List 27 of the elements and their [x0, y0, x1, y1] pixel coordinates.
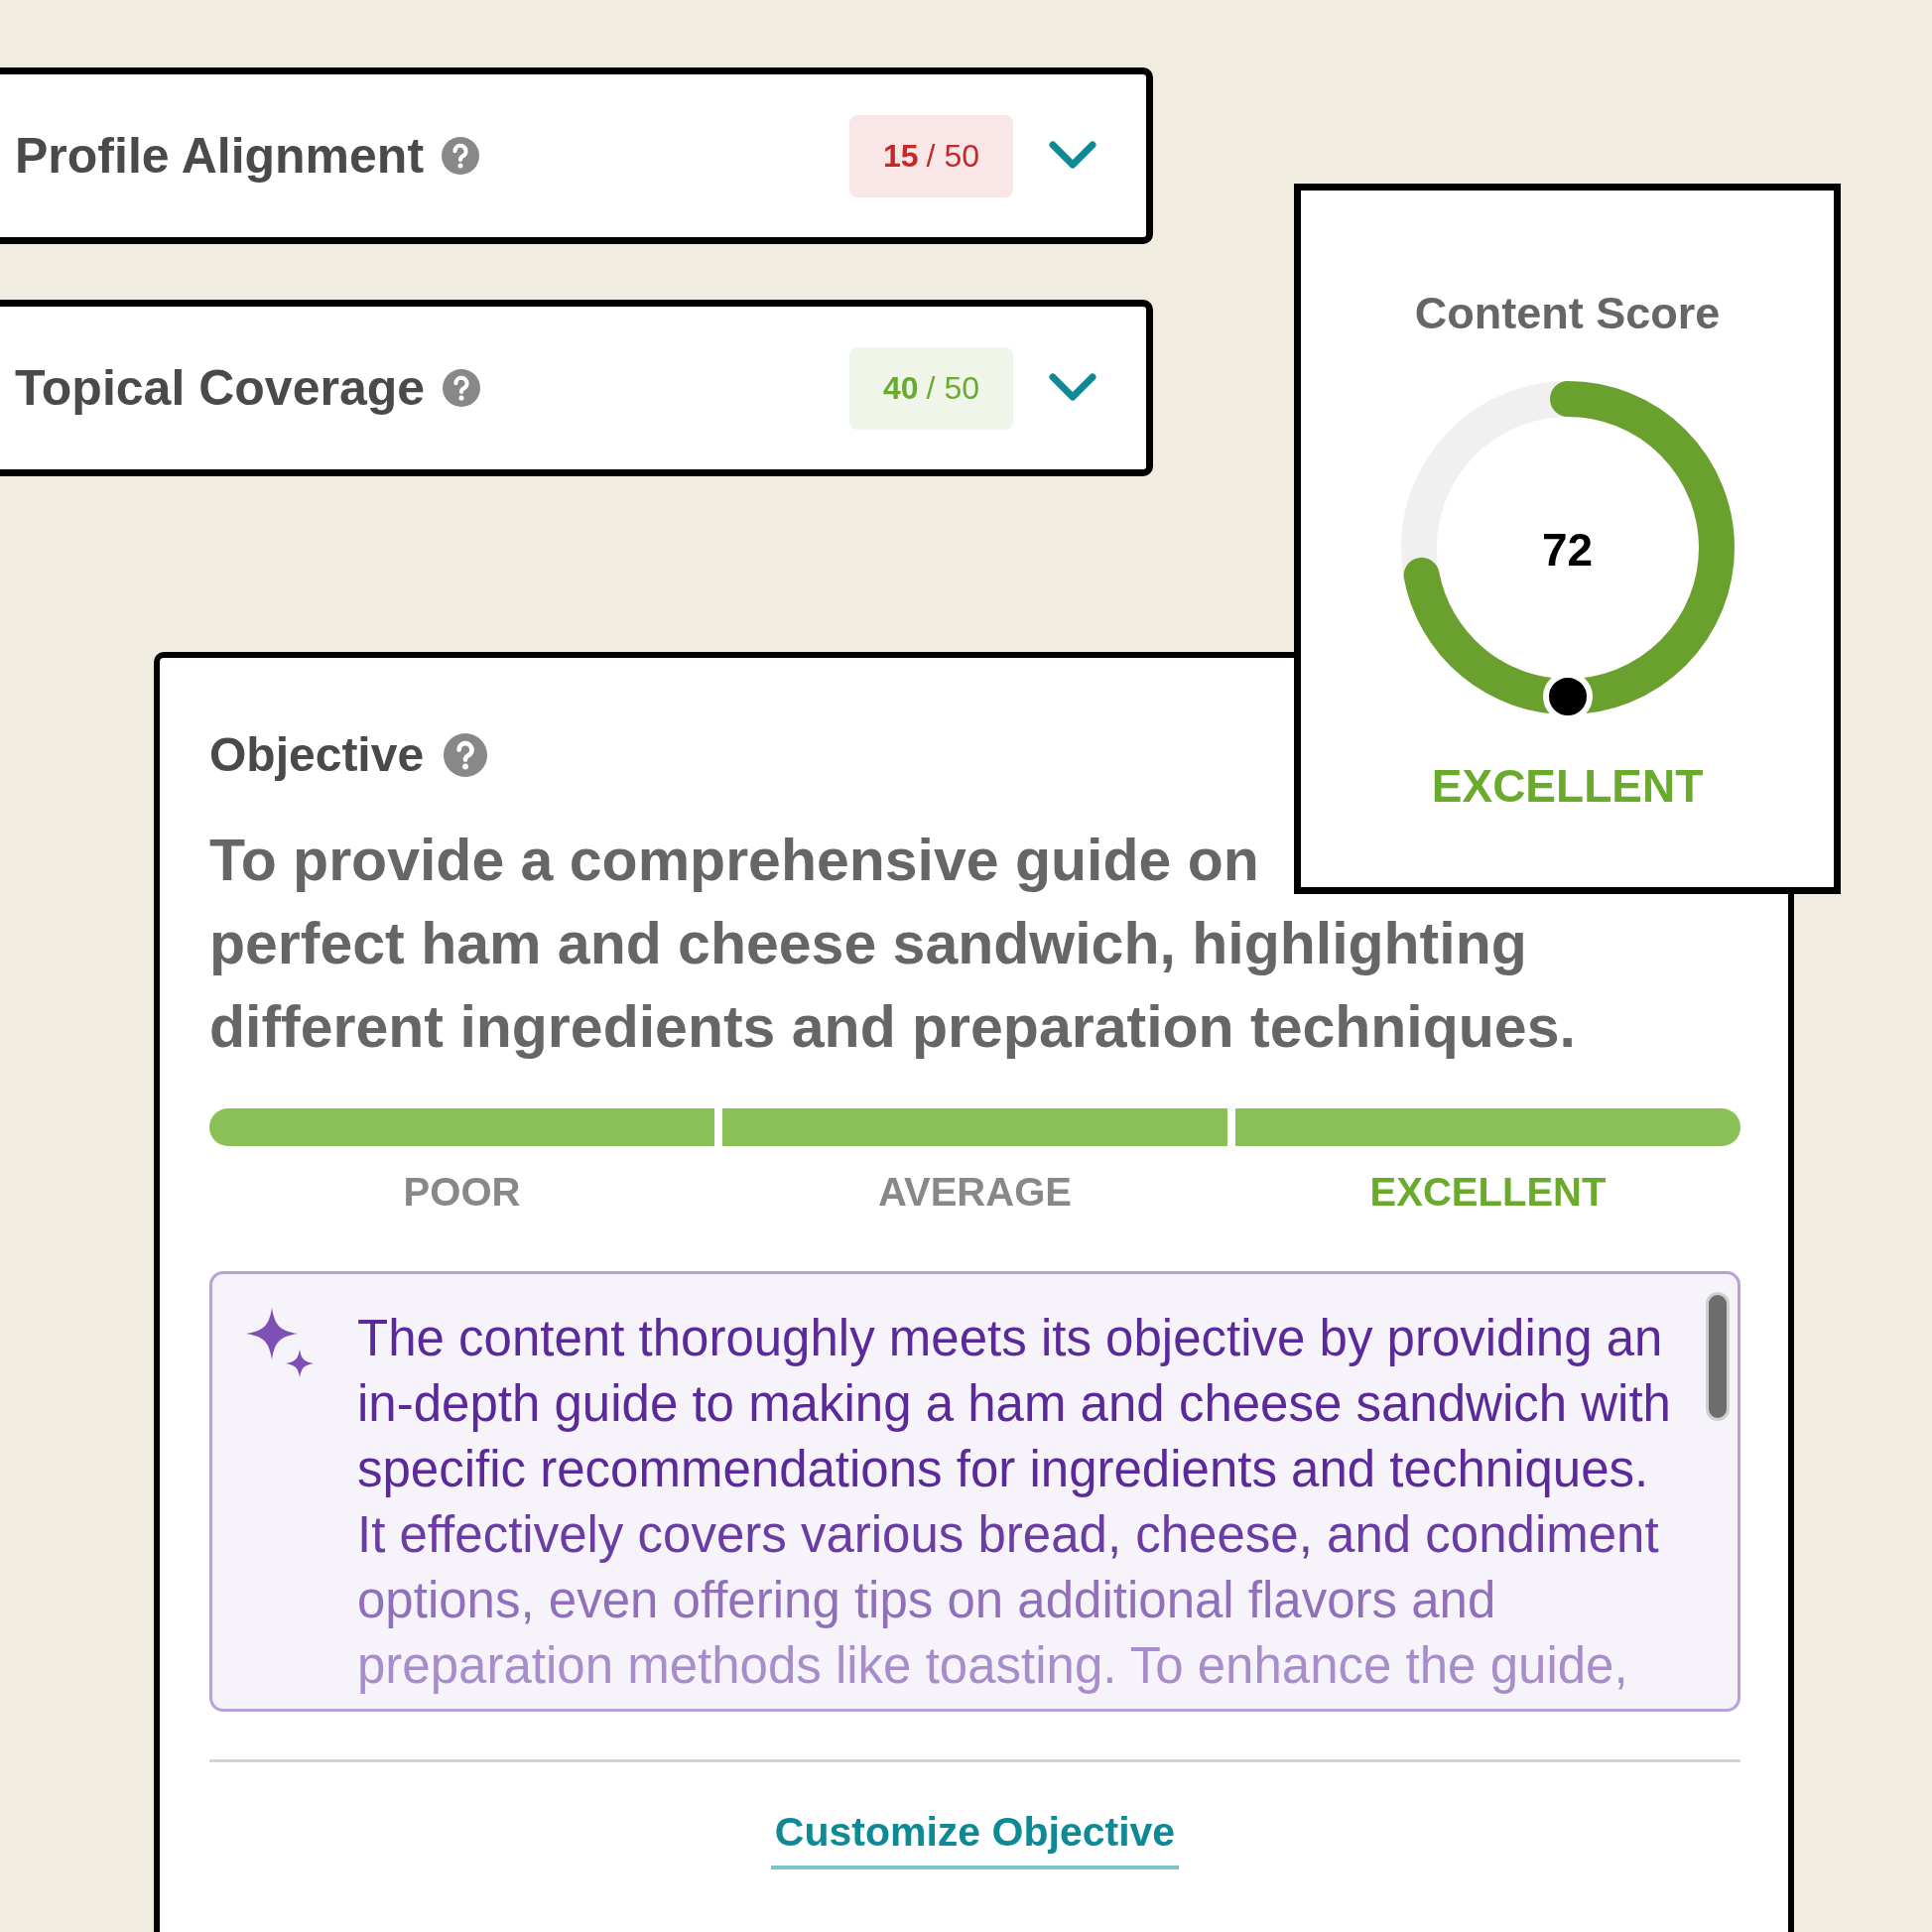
feedback-text: in-depth guide to making a ham and cheese sandwich with	[357, 1374, 1671, 1434]
feedback-text: It effectively covers various bread, cheese, and condiment	[357, 1505, 1659, 1565]
scrollbar-thumb[interactable]	[1706, 1292, 1730, 1421]
chevron-down-icon[interactable]	[1049, 141, 1096, 171]
criterion-title: Topical Coverage	[15, 358, 426, 418]
chevron-down-icon[interactable]	[1049, 373, 1096, 403]
customize-objective-link[interactable]: Customize Objective	[770, 1802, 1180, 1869]
rating-label: EXCELLENT	[1369, 1169, 1607, 1216]
score-value: 72	[1540, 522, 1595, 578]
help-icon[interactable]	[443, 369, 481, 407]
score-badge: 15 / 50	[849, 114, 1013, 197]
criterion-title: Profile Alignment	[15, 126, 425, 186]
content-score-title: Content Score	[1414, 287, 1721, 340]
objective-text: different ingredients and preparation techniques.	[209, 993, 1576, 1062]
rating-label: POOR	[403, 1169, 521, 1216]
feedback-text: The content thoroughly meets its objective by providing an	[357, 1309, 1663, 1368]
score-rating: EXCELLENT	[1431, 758, 1704, 814]
objective-text: To provide a comprehensive guide on	[209, 827, 1259, 895]
feedback-text: specific recommendations for ingredients and techniques.	[357, 1440, 1649, 1499]
score-badge: 40 / 50	[849, 346, 1013, 430]
objective-title: Objective	[209, 727, 425, 783]
feedback-text: preparation methods like toasting. To enhance the guide,	[357, 1636, 1628, 1696]
help-icon[interactable]	[444, 733, 488, 777]
feedback-text: options, even offering tips on additional flavors and	[357, 1571, 1496, 1630]
rating-label: AVERAGE	[878, 1169, 1072, 1216]
help-icon[interactable]	[442, 137, 480, 175]
objective-text: perfect ham and cheese sandwich, highlighting	[209, 910, 1527, 978]
